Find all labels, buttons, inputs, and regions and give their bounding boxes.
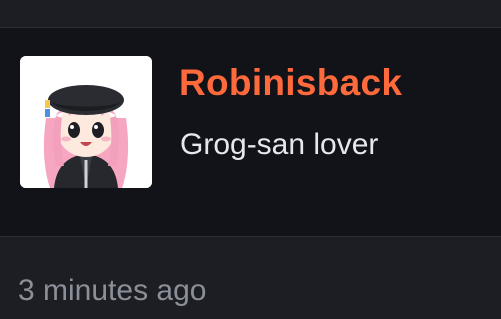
- anime-girl-avatar-icon: [20, 56, 152, 188]
- timestamp: 3 minutes ago: [18, 274, 207, 307]
- avatar[interactable]: [20, 56, 152, 188]
- username-link[interactable]: Robinisback: [179, 62, 402, 104]
- profile-card[interactable]: Robinisback Grog-san lover: [0, 28, 501, 236]
- profile-notification: Robinisback Grog-san lover 3 minutes ago: [0, 0, 501, 319]
- user-bio: Grog-san lover: [180, 128, 379, 161]
- notification-footer: 3 minutes ago: [0, 236, 501, 319]
- top-divider-strip: [0, 0, 501, 28]
